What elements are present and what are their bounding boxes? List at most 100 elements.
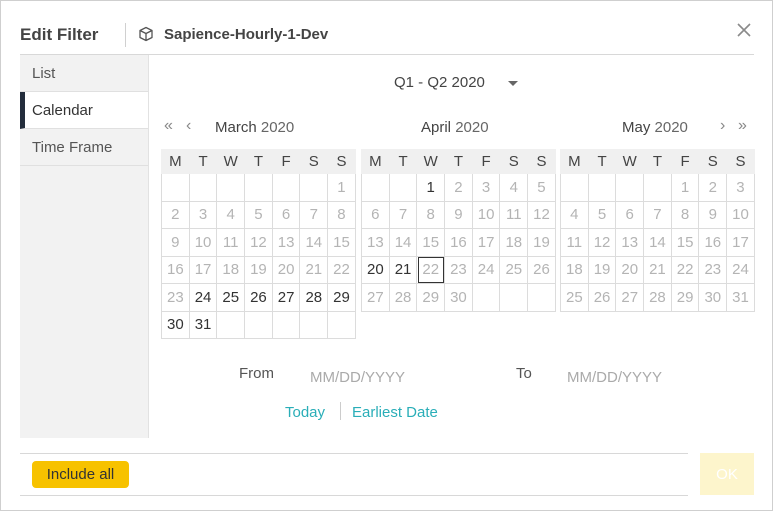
calendar-day[interactable]: 3 <box>726 173 755 202</box>
calendar-day[interactable]: 28 <box>643 283 672 312</box>
calendar-day[interactable]: 8 <box>670 200 700 229</box>
sidebar-item-time-frame[interactable]: Time Frame <box>20 129 148 166</box>
calendar-day[interactable]: 16 <box>444 228 473 257</box>
ok-button[interactable]: OK <box>700 453 754 495</box>
calendar-day[interactable]: 9 <box>444 200 473 229</box>
calendar-day[interactable]: 12 <box>527 200 556 229</box>
calendar-day[interactable]: 30 <box>444 283 473 312</box>
calendar-day[interactable]: 11 <box>499 200 529 229</box>
sidebar-item-calendar[interactable]: Calendar <box>20 92 148 129</box>
calendar-day[interactable]: 20 <box>271 255 301 284</box>
calendar-day[interactable]: 25 <box>499 255 529 284</box>
calendar-day[interactable]: 1 <box>670 173 700 202</box>
prev-month-icon[interactable]: ‹ <box>186 117 191 135</box>
calendar-day[interactable]: 22 <box>670 255 700 284</box>
next-month-icon[interactable]: › <box>720 117 725 135</box>
period-select[interactable]: Q1 - Q2 2020 <box>394 74 485 91</box>
calendar-day[interactable]: 16 <box>161 255 190 284</box>
calendar-day[interactable]: 20 <box>361 255 390 284</box>
calendar-day[interactable]: 29 <box>327 283 356 312</box>
include-all-button[interactable]: Include all <box>32 461 129 488</box>
calendar-day[interactable]: 6 <box>615 200 645 229</box>
calendar-day[interactable]: 7 <box>299 200 329 229</box>
calendar-day[interactable]: 9 <box>161 228 190 257</box>
calendar-day[interactable]: 24 <box>188 283 218 312</box>
calendar-day[interactable]: 5 <box>244 200 273 229</box>
calendar-day[interactable]: 23 <box>444 255 473 284</box>
calendar-day[interactable]: 24 <box>471 255 501 284</box>
calendar-day[interactable]: 15 <box>416 228 446 257</box>
calendar-day[interactable]: 28 <box>299 283 329 312</box>
calendar-day[interactable]: 27 <box>615 283 645 312</box>
calendar-day[interactable]: 8 <box>327 200 356 229</box>
calendar-day[interactable]: 1 <box>327 173 356 202</box>
calendar-day[interactable]: 13 <box>271 228 301 257</box>
calendar-day[interactable]: 23 <box>698 255 728 284</box>
calendar-day[interactable]: 19 <box>527 228 556 257</box>
earliest-date-link[interactable]: Earliest Date <box>352 404 438 421</box>
calendar-day[interactable]: 11 <box>560 228 589 257</box>
calendar-day[interactable]: 30 <box>698 283 728 312</box>
calendar-day[interactable]: 17 <box>188 255 218 284</box>
calendar-day[interactable]: 22 <box>327 255 356 284</box>
calendar-day[interactable]: 7 <box>643 200 672 229</box>
calendar-day[interactable]: 26 <box>527 255 556 284</box>
calendar-day[interactable]: 21 <box>299 255 329 284</box>
calendar-day[interactable]: 26 <box>244 283 273 312</box>
calendar-day[interactable]: 18 <box>560 255 589 284</box>
calendar-day[interactable]: 2 <box>698 173 728 202</box>
calendar-day[interactable]: 9 <box>698 200 728 229</box>
calendar-day[interactable]: 3 <box>471 173 501 202</box>
calendar-day[interactable]: 10 <box>726 200 755 229</box>
calendar-day[interactable]: 15 <box>670 228 700 257</box>
from-date-input[interactable] <box>310 364 460 390</box>
calendar-day[interactable]: 4 <box>499 173 529 202</box>
sidebar-item-list[interactable]: List <box>20 55 148 92</box>
calendar-day[interactable]: 3 <box>188 200 218 229</box>
calendar-day[interactable]: 27 <box>271 283 301 312</box>
calendar-day[interactable]: 26 <box>587 283 617 312</box>
calendar-day[interactable]: 6 <box>361 200 390 229</box>
calendar-day[interactable]: 22 <box>416 255 446 284</box>
calendar-day[interactable]: 14 <box>643 228 672 257</box>
calendar-day[interactable]: 31 <box>726 283 755 312</box>
prev-year-icon[interactable]: « <box>164 117 173 135</box>
close-icon[interactable] <box>736 22 752 38</box>
next-year-icon[interactable]: » <box>738 117 747 135</box>
calendar-day[interactable]: 20 <box>615 255 645 284</box>
calendar-day[interactable]: 15 <box>327 228 356 257</box>
calendar-day[interactable]: 17 <box>471 228 501 257</box>
calendar-day[interactable]: 7 <box>388 200 418 229</box>
calendar-day[interactable]: 8 <box>416 200 446 229</box>
calendar-day[interactable]: 4 <box>560 200 589 229</box>
calendar-day[interactable]: 29 <box>416 283 446 312</box>
calendar-day[interactable]: 16 <box>698 228 728 257</box>
calendar-day[interactable]: 13 <box>361 228 390 257</box>
calendar-day[interactable]: 27 <box>361 283 390 312</box>
calendar-day[interactable]: 18 <box>216 255 246 284</box>
calendar-day[interactable]: 25 <box>216 283 246 312</box>
calendar-day[interactable]: 23 <box>161 283 190 312</box>
calendar-day[interactable]: 13 <box>615 228 645 257</box>
calendar-day[interactable]: 19 <box>244 255 273 284</box>
calendar-day[interactable]: 12 <box>587 228 617 257</box>
chevron-down-icon[interactable] <box>508 81 518 86</box>
calendar-day[interactable]: 5 <box>527 173 556 202</box>
calendar-day[interactable]: 30 <box>161 310 190 339</box>
calendar-day[interactable]: 24 <box>726 255 755 284</box>
calendar-day[interactable]: 11 <box>216 228 246 257</box>
calendar-day[interactable]: 6 <box>271 200 301 229</box>
calendar-day[interactable]: 2 <box>444 173 473 202</box>
calendar-day[interactable]: 1 <box>416 173 446 202</box>
calendar-day[interactable]: 21 <box>643 255 672 284</box>
calendar-day[interactable]: 2 <box>161 200 190 229</box>
calendar-day[interactable]: 21 <box>388 255 418 284</box>
calendar-day[interactable]: 14 <box>388 228 418 257</box>
calendar-day[interactable]: 10 <box>471 200 501 229</box>
calendar-day[interactable]: 5 <box>587 200 617 229</box>
today-link[interactable]: Today <box>285 404 325 421</box>
calendar-day[interactable]: 17 <box>726 228 755 257</box>
calendar-day[interactable]: 19 <box>587 255 617 284</box>
calendar-day[interactable]: 10 <box>188 228 218 257</box>
calendar-day[interactable]: 18 <box>499 228 529 257</box>
